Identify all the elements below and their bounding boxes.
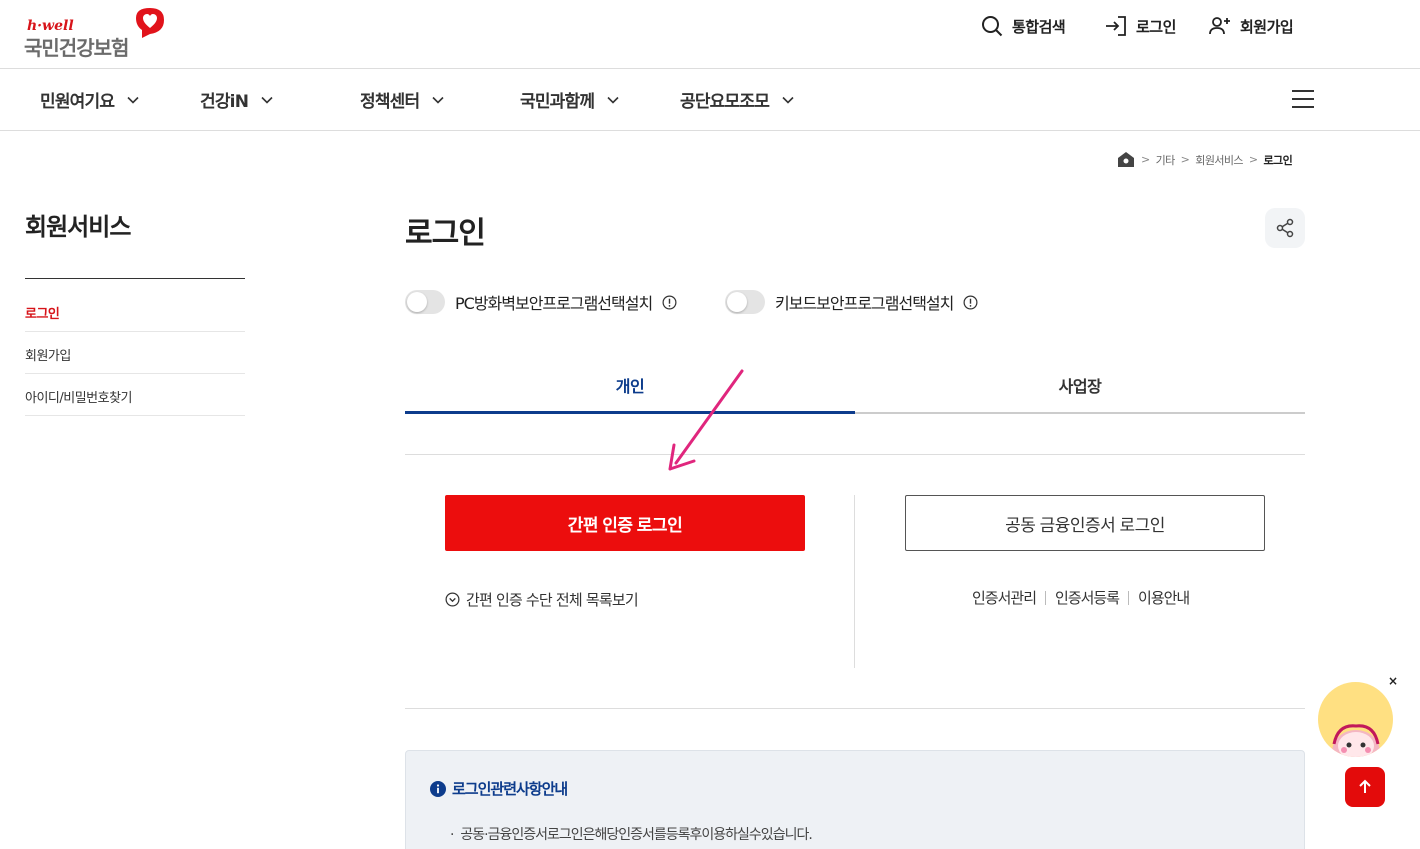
side-item-find-id[interactable]: 아이디/비밀번호찾기 [25,374,245,416]
breadcrumb-separator: > [1180,153,1190,166]
breadcrumb-separator: > [1141,153,1150,166]
header: h·well 국민건강보험 통합검색 로그인 회원가입 [0,0,1420,69]
cert-login-button[interactable]: 공동 금융인증서 로그인 [905,495,1265,551]
gnb-item-together[interactable]: 국민과함께 [520,87,620,112]
vertical-divider [854,495,855,668]
info-icon[interactable] [662,295,677,310]
chevron-down-icon [432,96,444,104]
home-icon[interactable] [1117,151,1135,168]
login-label: 로그인 [1136,17,1176,36]
chevron-down-icon [607,96,619,104]
main-nav: 민원여기요 건강iN 정책센터 국민과함께 공단요모조모 [0,69,1420,131]
login-icon [1106,16,1126,36]
tab-personal[interactable]: 개인 [405,360,855,414]
gnb-item-policy[interactable]: 정책센터 [360,87,445,112]
simple-auth-login-button[interactable]: 간편 인증 로그인 [445,495,805,551]
close-mascot-button[interactable]: × [1388,674,1398,688]
arrow-up-icon [1359,779,1371,793]
search-icon [982,16,1003,37]
side-item-login[interactable]: 로그인 [25,290,245,332]
breadcrumb-current: 로그인 [1263,153,1293,167]
side-divider [25,278,245,279]
gnb-item-minwon[interactable]: 민원여기요 [40,87,140,112]
search-link[interactable]: 통합검색 [980,14,1066,38]
gnb-label: 민원여기요 [40,92,115,112]
chatbot-mascot[interactable] [1318,682,1393,757]
keyboard-toggle-row: 키보드보안프로그램선택설치 [725,290,978,314]
firewall-toggle-row: PC방화벽보안프로그램선택설치 [405,290,677,314]
side-item-join[interactable]: 회원가입 [25,332,245,374]
page-title: 로그인 [405,216,486,251]
breadcrumb: > 기타 > 회원서비스 > 로그인 [1117,151,1293,168]
firewall-toggle[interactable] [405,290,445,314]
info-icon [430,780,446,797]
side-title: 회원서비스 [25,213,131,241]
firewall-toggle-label: PC방화벽보안프로그램선택설치 [455,294,653,313]
share-icon [1276,218,1294,238]
link-separator [1045,590,1047,605]
notice-title-text: 로그인관련사항안내 [452,780,568,798]
gnb-label: 국민과함께 [520,92,595,112]
simple-auth-list-toggle[interactable]: 간편 인증 수단 전체 목록보기 [445,589,639,610]
usage-guide-link[interactable]: 이용안내 [1138,587,1190,608]
cert-links: 인증서관리 인증서등록 이용안내 [972,587,1190,608]
cert-manage-link[interactable]: 인증서관리 [972,587,1037,608]
cert-register-link[interactable]: 인증서등록 [1055,587,1120,608]
chevron-down-icon [782,96,794,104]
gnb-item-health[interactable]: 건강iN [200,87,274,112]
notice-box: 로그인관련사항안내 · 공동·금융인증서로그인은해당인증서를등록후이용하실수있습… [405,750,1305,849]
user-plus-icon [1209,17,1230,35]
share-button[interactable] [1265,208,1305,248]
gnb-label: 건강iN [200,92,249,112]
gnb-label: 정책센터 [360,92,420,112]
annotation-arrow-icon [668,369,744,471]
info-icon[interactable] [963,295,978,310]
link-separator [1128,590,1130,605]
logo[interactable]: h·well 국민건강보험 [24,6,174,60]
mascot-icon [1332,724,1380,757]
divider [405,454,1305,455]
search-label: 통합검색 [1012,17,1066,36]
bullet: · [450,827,461,843]
divider [405,708,1305,709]
keyboard-toggle[interactable] [725,290,765,314]
logo-ko-text: 국민건강보험 [24,36,129,60]
scroll-top-button[interactable] [1345,767,1385,807]
breadcrumb-item[interactable]: 회원서비스 [1195,152,1243,168]
breadcrumb-separator: > [1248,153,1258,166]
breadcrumb-item[interactable]: 기타 [1156,152,1176,168]
join-link[interactable]: 회원가입 [1208,14,1294,38]
tab-business[interactable]: 사업장 [855,360,1305,414]
notice-title: 로그인관련사항안내 [430,778,568,799]
notice-body: · 공동·금융인증서로그인은해당인증서를등록후이용하실수있습니다. [450,824,813,844]
login-link[interactable]: 로그인 [1104,14,1176,38]
heart-logo-icon [136,8,164,38]
gnb-item-about[interactable]: 공단요모조모 [680,87,795,112]
notice-body-text: 공동·금융인증서로그인은해당인증서를등록후이용하실수있습니다. [460,827,812,843]
chevron-down-icon [261,96,273,104]
keyboard-toggle-label: 키보드보안프로그램선택설치 [775,294,954,313]
hamburger-icon[interactable] [1290,88,1316,110]
chevron-down-icon [127,96,139,104]
simple-auth-list-label: 간편 인증 수단 전체 목록보기 [466,591,639,609]
join-label: 회원가입 [1240,17,1294,36]
chevron-circle-down-icon [445,592,460,607]
gnb-label: 공단요모조모 [680,92,770,112]
